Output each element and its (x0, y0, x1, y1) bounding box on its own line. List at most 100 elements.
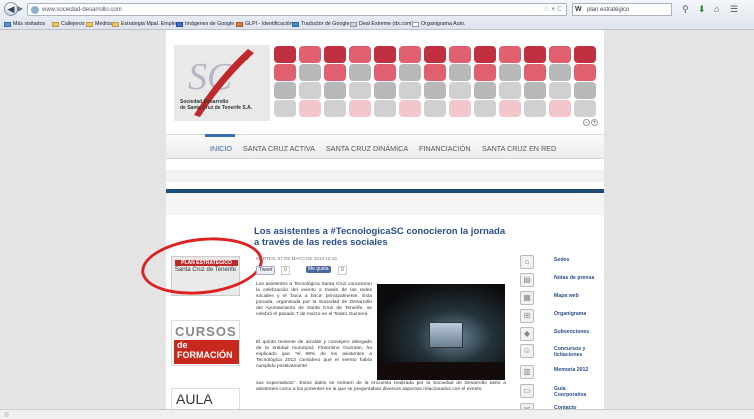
tag-icon[interactable]: ◆ (520, 327, 534, 341)
header-tile (274, 64, 296, 81)
facebook-like-button[interactable]: Me gusta (306, 266, 331, 273)
article-title[interactable]: Los asistentes a #TecnologicaSC conocier… (254, 226, 506, 248)
nav-santa-cruz-activa[interactable]: SANTA CRUZ ACTIVA (243, 144, 315, 153)
nav-santa-cruz-dinamica[interactable]: SANTA CRUZ DINÁMICA (326, 144, 408, 153)
decrease-font-icon[interactable]: − (583, 119, 590, 126)
bookmark-icon (350, 22, 357, 27)
nav-financiacion[interactable]: FINANCIACIÓN (419, 144, 471, 153)
person-icon[interactable]: ☺ (520, 344, 534, 358)
tweet-count: 0 (281, 266, 290, 275)
divider (166, 193, 604, 215)
header-tile (324, 82, 346, 99)
header-tile (299, 100, 321, 117)
sidebar-link[interactable]: Organigrama (554, 311, 598, 317)
menu-icon[interactable]: ☰ (730, 3, 738, 15)
header-tile (299, 64, 321, 81)
header-tile (374, 46, 396, 63)
cursos-formacion-banner[interactable]: CURSOS de FORMACIÓN (171, 320, 240, 366)
sidebar-link[interactable]: Notas de prensa (554, 275, 598, 281)
bookmark-item[interactable]: Callejeros (52, 19, 85, 30)
header-tile (524, 100, 546, 117)
header-tile (549, 64, 571, 81)
bookmark-item[interactable]: Traductor de Google (292, 19, 349, 30)
bookmark-item[interactable]: Deal Extreme (dx.com) (350, 19, 413, 30)
org-chart-icon[interactable]: ⊞ (520, 309, 534, 323)
header-tile (499, 64, 521, 81)
sidebar-link[interactable]: Memoria 2012 (554, 367, 598, 373)
back-button[interactable]: ◀ (4, 2, 18, 16)
active-tab-indicator (205, 134, 235, 137)
bookmark-item[interactable]: Estrategia Mpal. Empleo (112, 19, 179, 30)
bookmarks-bar: Más visitados Callejeros Medios Estrateg… (0, 19, 754, 30)
header-tile (424, 82, 446, 99)
status-bar: ◎ (0, 409, 754, 419)
site-logo[interactable]: SC Sociedad Desarrollo de Santa Cruz de … (174, 45, 270, 121)
header-tile (299, 46, 321, 63)
header-tiles (272, 45, 600, 119)
tweet-button[interactable]: Tweet (256, 266, 276, 275)
bookmark-item[interactable]: Organigrama Auto. (412, 19, 465, 30)
header-tile (474, 64, 496, 81)
header-tile (474, 100, 496, 117)
header-tile (274, 82, 296, 99)
nav-inicio[interactable]: INICIO (210, 144, 232, 153)
folder-icon (112, 22, 119, 27)
header-tile (374, 82, 396, 99)
header-tile (374, 64, 396, 81)
sidebar-link[interactable]: Concursos y licitaciones (554, 346, 598, 358)
nav-santa-cruz-en-red[interactable]: SANTA CRUZ EN RED (482, 144, 556, 153)
header-tile (524, 82, 546, 99)
article-paragraph: sus expectativas". Estos datos se extrae… (256, 381, 506, 392)
bookmark-item[interactable]: Más visitados (4, 19, 45, 30)
houses-icon[interactable]: ⌂ (520, 255, 534, 269)
header-tile (574, 100, 596, 117)
aula-banner[interactable]: AULA (171, 388, 240, 410)
sidebar-link[interactable]: Guía Coorporativa (554, 386, 598, 398)
article-paragraph: Los asistentes a Tecnológica Santa Cruz … (256, 282, 372, 317)
search-engine-icon[interactable]: W (575, 4, 582, 16)
header-tile (374, 100, 396, 117)
header-tile (574, 46, 596, 63)
download-icon[interactable]: ⬇ (698, 3, 706, 15)
bookmark-item[interactable]: GLPI - Identificación (236, 19, 293, 30)
url-bar[interactable]: www.sociedad-desarrollo.com ☆ ▾ C (27, 3, 567, 16)
bookmark-star-icon[interactable]: ☆ ▾ C (543, 4, 562, 16)
header-tile (349, 100, 371, 117)
banner-title: CURSOS (175, 324, 237, 339)
increase-font-icon[interactable]: + (591, 119, 598, 126)
bookmark-item[interactable]: Imágenes de Google (176, 19, 234, 30)
google-icon (176, 22, 183, 27)
main-nav: INICIO SANTA CRUZ ACTIVA SANTA CRUZ DINÁ… (166, 134, 604, 159)
sidebar-link[interactable]: Mapa web (554, 293, 598, 299)
sidebar-link[interactable]: Subvenciones (554, 329, 598, 335)
header-tile (549, 82, 571, 99)
header-tile (499, 46, 521, 63)
document-icon[interactable]: ▤ (520, 273, 534, 287)
header-tile (574, 82, 596, 99)
header-tile (549, 100, 571, 117)
search-value: plan estratégico (587, 7, 630, 13)
header-tile (349, 46, 371, 63)
like-count: 0 (338, 266, 347, 275)
stage (377, 362, 505, 380)
book-icon[interactable]: ▥ (520, 365, 534, 379)
search-input[interactable]: W plan estratégico (572, 3, 672, 16)
header-tile (424, 46, 446, 63)
header-tile (574, 64, 596, 81)
sidebar-link[interactable]: Sedes (554, 257, 598, 263)
home-icon[interactable]: ⌂ (714, 3, 719, 15)
article-date: MARTES, 07 DE MAYO DE 2013 10:18 (256, 256, 337, 261)
header-tile (424, 64, 446, 81)
guide-icon[interactable]: ▭ (520, 384, 534, 398)
header-tile (449, 64, 471, 81)
banner-subtitle: de FORMACIÓN (174, 340, 239, 364)
header-tile (274, 100, 296, 117)
header-tile (274, 46, 296, 63)
search-icon[interactable]: ⚲ (682, 3, 689, 15)
forward-button[interactable]: ▶ (17, 4, 27, 14)
font-size-controls[interactable]: − + (582, 119, 598, 126)
sitemap-icon[interactable]: ▦ (520, 291, 534, 305)
bookmark-item[interactable]: Medios (86, 19, 112, 30)
header-tile (399, 82, 421, 99)
header-tile (524, 64, 546, 81)
